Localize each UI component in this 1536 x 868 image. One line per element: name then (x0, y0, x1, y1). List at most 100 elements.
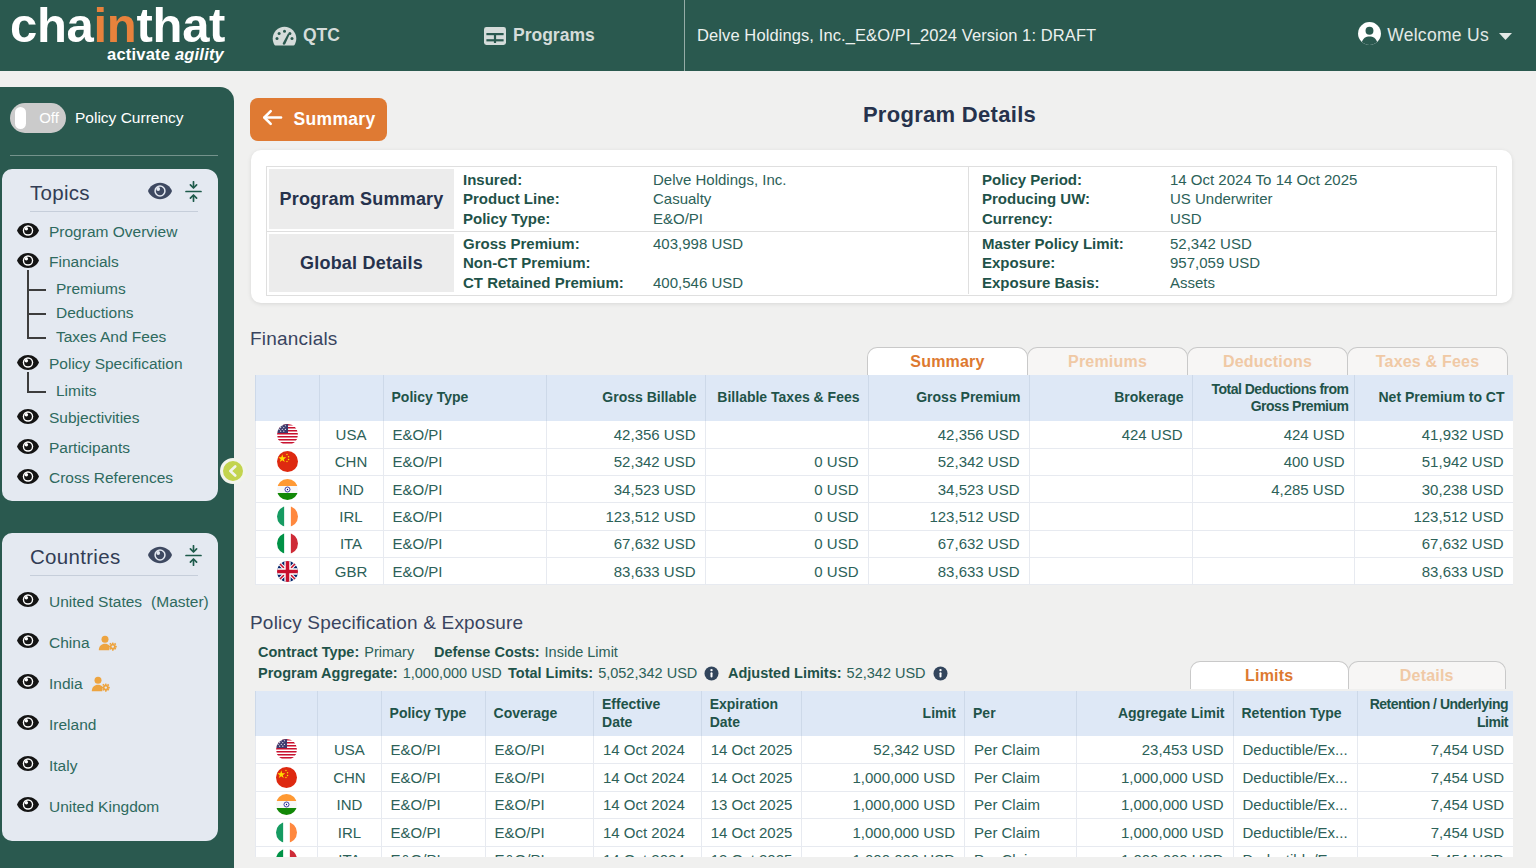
policy-currency-toggle-row: Off Policy Currency (10, 103, 184, 133)
country-item-united-kingdom[interactable]: United Kingdom (2, 786, 218, 827)
financials-tabs: SummaryPremiumsDeductionsTaxes & Fees (867, 347, 1508, 375)
nav-item-qtc[interactable]: QTC (272, 0, 340, 71)
meta-defense-costs: Defense Costs: Inside Limit (434, 644, 618, 660)
table-row-chn[interactable]: CHNE&O/PIE&O/PI14 Oct 202414 Oct 20251,0… (256, 764, 1514, 792)
topic-item-program-overview[interactable]: Program Overview (2, 217, 218, 247)
table-row-irl[interactable]: IRLE&O/PI123,512 USD0 USD123,512 USD123,… (256, 503, 1513, 530)
card-fields-left: Insured:Delve Holdings, Inc.Product Line… (456, 167, 969, 231)
column-header (256, 375, 320, 421)
country-item-italy[interactable]: Italy (2, 745, 218, 786)
country-item-label: United States (49, 593, 142, 611)
user-menu[interactable]: Welcome Us (1357, 0, 1513, 71)
cell-limit: 1,000,000 USD (802, 846, 965, 857)
topics-collapse-icon[interactable] (185, 181, 202, 206)
sidebar-divider (10, 155, 218, 156)
info-icon[interactable] (704, 666, 719, 681)
financials-tab-deductions[interactable]: Deductions (1187, 347, 1348, 375)
flag-icon-ie (256, 503, 320, 530)
cell-retention_limit: 7,454 USD (1357, 819, 1513, 847)
visibility-eye-icon[interactable] (17, 468, 39, 489)
countries-panel: Countries United States(Master)ChinaIndi… (2, 533, 218, 841)
field-label: Producing UW: (982, 190, 1170, 207)
cell-net_premium: 30,238 USD (1354, 476, 1513, 503)
table-row-usa[interactable]: USAE&O/PIE&O/PI14 Oct 202414 Oct 202552,… (256, 736, 1514, 764)
countries-head-divider (30, 575, 198, 576)
table-row-ita[interactable]: ITAE&O/PI67,632 USD0 USD67,632 USD67,632… (256, 530, 1513, 557)
page-title: Program Details (387, 102, 1512, 128)
cell-aggregate: 1,000,000 USD (1076, 791, 1233, 819)
cell-gross_premium: 67,632 USD (868, 530, 1029, 557)
policy-spec-tab-limits[interactable]: Limits (1190, 661, 1349, 689)
user-gear-icon[interactable] (91, 676, 111, 692)
topic-subitem-limits[interactable]: Limits (2, 379, 218, 403)
column-header: Aggregate Limit (1076, 691, 1233, 736)
cell-limit: 1,000,000 USD (802, 819, 965, 847)
info-icon[interactable] (933, 666, 948, 681)
topic-subitem-taxes-and-fees[interactable]: Taxes And Fees (2, 325, 218, 349)
policy-spec-tab-details[interactable]: Details (1348, 661, 1507, 689)
topic-item-policy-specification[interactable]: Policy Specification (2, 349, 218, 379)
user-gear-icon[interactable] (98, 635, 118, 651)
chainthat-logo[interactable]: chainthat activate agility (10, 5, 224, 63)
topic-item-subjectivities[interactable]: Subjectivities (2, 403, 218, 433)
user-circle-icon (1357, 21, 1382, 50)
sidebar-collapse-button[interactable] (220, 458, 246, 484)
table-row-ita[interactable]: ITAE&O/PIE&O/PI14 Oct 202413 Oct 20251,0… (256, 846, 1514, 857)
column-header: Retention / UnderlyingLimit (1357, 691, 1513, 736)
financials-tab-summary[interactable]: Summary (867, 347, 1028, 375)
topic-item-cross-references[interactable]: Cross References (2, 463, 218, 493)
table-row-usa[interactable]: USAE&O/PI42,356 USD42,356 USD424 USD424 … (256, 421, 1513, 448)
cell-retention_type: Deductible/Ex... (1233, 764, 1357, 792)
country-item-india[interactable]: India (2, 663, 218, 704)
visibility-eye-icon[interactable] (17, 408, 39, 429)
policy-currency-toggle[interactable]: Off (10, 103, 66, 133)
table-row-ind[interactable]: INDE&O/PIE&O/PI14 Oct 202413 Oct 20251,0… (256, 791, 1514, 819)
cell-code: ITA (318, 846, 381, 857)
topic-item-financials[interactable]: Financials (2, 247, 218, 277)
card-fields-left: Gross Premium:403,998 USDNon-CT Premium:… (456, 232, 969, 294)
field-value: 403,998 USD (653, 235, 743, 252)
visibility-eye-icon[interactable] (17, 714, 39, 735)
visibility-eye-icon[interactable] (17, 222, 39, 243)
field-label: Policy Period: (982, 171, 1170, 188)
topic-item-participants[interactable]: Participants (2, 433, 218, 463)
cell-effective: 14 Oct 2024 (594, 764, 702, 792)
table-header: Policy TypeGross BillableBillable Taxes … (256, 375, 1513, 421)
topbar-divider (684, 0, 685, 71)
policy-spec-section-title: Policy Specification & Exposure (250, 612, 523, 634)
financials-tab-taxes-fees[interactable]: Taxes & Fees (1347, 347, 1508, 375)
nav-item-programs[interactable]: Programs (483, 0, 595, 71)
country-item-ireland[interactable]: Ireland (2, 704, 218, 745)
cell-effective: 14 Oct 2024 (594, 846, 702, 857)
field-value: Casualty (653, 190, 711, 207)
visibility-eye-icon[interactable] (17, 796, 39, 817)
visibility-eye-icon[interactable] (17, 438, 39, 459)
financials-tab-premiums[interactable]: Premiums (1027, 347, 1188, 375)
cell-policy_type: E&O/PI (383, 421, 546, 448)
table-row-gbr[interactable]: GBRE&O/PI83,633 USD0 USD83,633 USD83,633… (256, 557, 1513, 584)
visibility-eye-icon[interactable] (17, 632, 39, 653)
policy-spec-tabs: LimitsDetails (1190, 661, 1506, 689)
summary-back-button[interactable]: Summary (250, 98, 387, 141)
visibility-eye-icon[interactable] (17, 591, 39, 612)
topics-visibility-eye-icon[interactable] (148, 182, 172, 204)
cell-expiration: 13 Oct 2025 (701, 791, 802, 819)
country-item-united-states[interactable]: United States(Master) (2, 581, 218, 622)
country-item-label: United Kingdom (49, 798, 159, 816)
country-item-china[interactable]: China (2, 622, 218, 663)
topic-subitem-deductions[interactable]: Deductions (2, 301, 218, 325)
countries-visibility-eye-icon[interactable] (148, 546, 172, 568)
cell-net_premium: 83,633 USD (1354, 557, 1513, 584)
table-row-chn[interactable]: CHNE&O/PI52,342 USD0 USD52,342 USD400 US… (256, 448, 1513, 475)
visibility-eye-icon[interactable] (17, 755, 39, 776)
topic-subitem-premiums[interactable]: Premiums (2, 277, 218, 301)
visibility-eye-icon[interactable] (17, 673, 39, 694)
flag-icon-us (256, 421, 320, 448)
meta-value: Inside Limit (545, 644, 618, 660)
table-row-irl[interactable]: IRLE&O/PIE&O/PI14 Oct 202414 Oct 20251,0… (256, 819, 1514, 847)
cell-policy_type: E&O/PI (383, 530, 546, 557)
table-row-ind[interactable]: INDE&O/PI34,523 USD0 USD34,523 USD4,285 … (256, 476, 1513, 503)
countries-collapse-icon[interactable] (185, 545, 202, 570)
meta-label: Defense Costs: (434, 644, 540, 660)
column-header: Limit (802, 691, 965, 736)
